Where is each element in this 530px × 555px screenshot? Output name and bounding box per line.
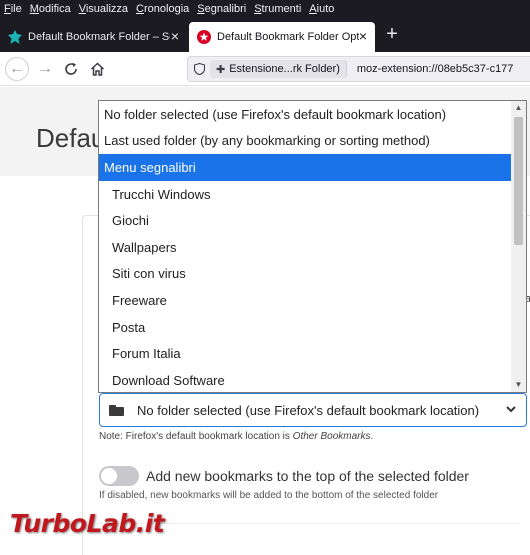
menu-aiuto[interactable]: Aiuto <box>305 3 338 15</box>
folder-option[interactable]: Trucchi Windows <box>99 181 511 208</box>
dropdown-scrollbar[interactable]: ▲ ▼ <box>511 101 526 392</box>
default-location-note: Note: Firefox's default bookmark locatio… <box>99 431 374 442</box>
menubar: File Modifica Visualizza Cronologia Segn… <box>0 0 530 18</box>
folder-option[interactable]: Freeware <box>99 287 511 314</box>
folder-option[interactable]: No folder selected (use Firefox's defaul… <box>99 101 511 128</box>
identity-label: Estensione...rk Folder) <box>229 63 340 75</box>
home-icon[interactable] <box>85 57 109 81</box>
add-to-top-toggle[interactable] <box>99 466 139 486</box>
menu-segnalibri[interactable]: Segnalibri <box>193 3 250 15</box>
select-value: No folder selected (use Firefox's defaul… <box>137 402 480 418</box>
puzzle-star-icon <box>8 30 22 44</box>
address-bar[interactable]: ✚ Estensione...rk Folder) moz-extension:… <box>187 56 530 82</box>
folder-icon <box>109 404 124 416</box>
chevron-down-icon <box>505 402 517 418</box>
scroll-down-icon[interactable]: ▼ <box>511 378 526 392</box>
page-title: Default <box>36 123 98 153</box>
menu-strumenti[interactable]: Strumenti <box>250 3 305 15</box>
add-to-top-help-text: If disabled, new bookmarks will be added… <box>99 490 439 501</box>
close-tab-icon[interactable]: × <box>359 29 367 43</box>
browser-window: File Modifica Visualizza Cronologia Segn… <box>0 0 530 555</box>
folder-option[interactable]: Forum Italia <box>99 340 511 367</box>
extension-identity-box[interactable]: ✚ Estensione...rk Folder) <box>210 60 347 78</box>
forward-arrow-icon[interactable]: → <box>33 57 57 81</box>
other-bookmarks-emphasis: Other Bookmarks <box>292 431 371 442</box>
menu-cronologia[interactable]: Cronologia <box>132 3 193 15</box>
tracking-shield-icon[interactable] <box>188 63 210 75</box>
turbolab-watermark: TurboLab.it <box>10 509 165 538</box>
menu-modifica[interactable]: Modifica <box>26 3 75 15</box>
scrollbar-thumb[interactable] <box>514 117 523 245</box>
folder-option[interactable]: Posta <box>99 314 511 341</box>
tab-title: Default Bookmark Folder – Scar <box>28 31 170 43</box>
navigation-toolbar: ← → ✚ Estensione...rk Folder) moz-extens… <box>0 52 530 86</box>
folder-dropdown-list[interactable]: No folder selected (use Firefox's defaul… <box>98 100 527 393</box>
folder-option[interactable]: Giochi <box>99 207 511 234</box>
tab-default-bookmark-folder-store[interactable]: Default Bookmark Folder – Scar × <box>0 22 187 52</box>
menu-visualizza[interactable]: Visualizza <box>75 3 132 15</box>
tab-title: Default Bookmark Folder Optio <box>217 31 359 43</box>
close-tab-icon[interactable]: × <box>171 29 179 43</box>
reload-icon[interactable] <box>59 57 83 81</box>
scroll-up-icon[interactable]: ▲ <box>511 101 526 115</box>
folder-option[interactable]: Menu segnalibri <box>99 154 511 181</box>
folder-option[interactable]: Siti con virus <box>99 261 511 288</box>
bookmark-folder-select[interactable]: No folder selected (use Firefox's defaul… <box>99 393 527 427</box>
back-arrow-icon[interactable]: ← <box>5 57 29 81</box>
folder-option[interactable]: Last used folder (by any bookmarking or … <box>99 128 511 155</box>
url-text[interactable]: moz-extension://08eb5c37-c177 <box>357 63 514 75</box>
menu-file[interactable]: File <box>0 3 26 15</box>
puzzle-piece-icon: ✚ <box>216 63 226 76</box>
tab-default-bookmark-folder-options[interactable]: Default Bookmark Folder Optio × <box>189 22 375 52</box>
folder-options: No folder selected (use Firefox's defaul… <box>99 101 511 392</box>
folder-option[interactable]: Download Software <box>99 367 511 392</box>
folder-option[interactable]: Wallpapers <box>99 234 511 261</box>
tab-strip: Default Bookmark Folder – Scar × Default… <box>0 18 530 52</box>
add-to-top-label: Add new bookmarks to the top of the sele… <box>146 468 469 484</box>
new-tab-plus-icon[interactable]: + <box>381 24 403 46</box>
extension-red-star-icon <box>197 30 211 44</box>
